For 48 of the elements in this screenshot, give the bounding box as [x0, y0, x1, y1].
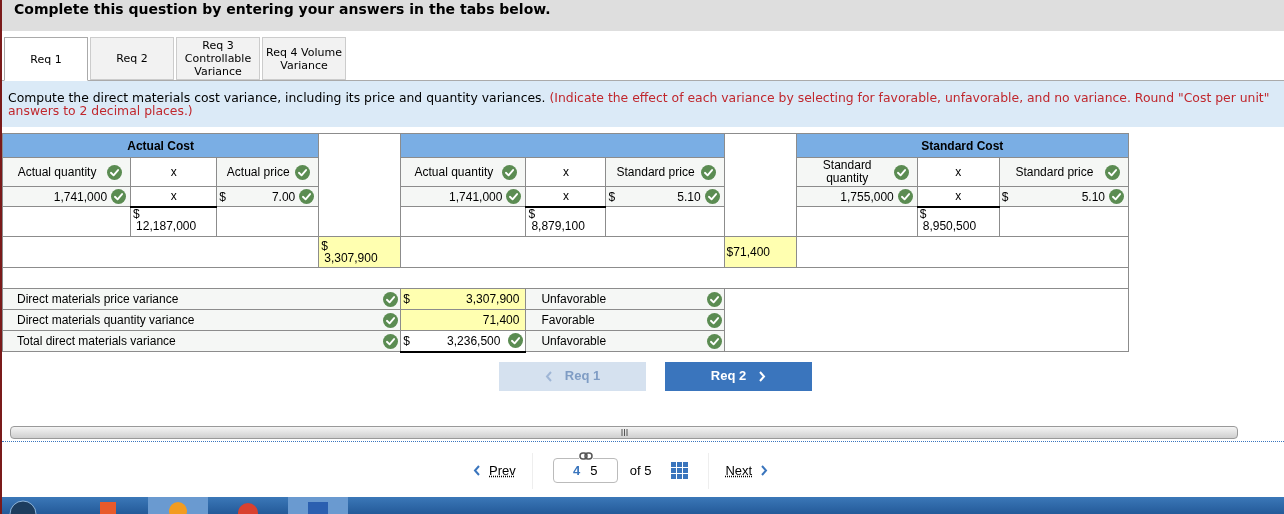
currency-sign: $ [403, 332, 410, 350]
product-value: $ 12,187,000 [133, 207, 198, 232]
chevron-right-icon [760, 465, 769, 476]
chevron-left-icon [544, 370, 553, 382]
difference-value: $71,400 [726, 244, 771, 261]
tab[interactable]: Req 3 Controllable Variance [176, 37, 260, 80]
app-icon[interactable] [148, 497, 208, 514]
app-icon[interactable] [288, 497, 348, 514]
column-label: Actual quantity [413, 165, 495, 179]
times-sign: x [955, 189, 962, 204]
section-title: Standard Cost [921, 138, 1004, 153]
product-value: $ 8,950,500 [919, 207, 978, 232]
prev-link[interactable]: Prev [457, 452, 533, 489]
column-label: Actual quantity [16, 165, 98, 179]
variance-amount[interactable]: 3,236,500 [414, 331, 505, 350]
times-sign: x [170, 189, 177, 204]
difference-value: $ 3,307,900 [321, 240, 379, 264]
grid-icon[interactable] [671, 462, 689, 479]
times-sign: x [562, 189, 569, 204]
page-total: of 5 [629, 461, 652, 480]
column-label: Actual price [225, 165, 291, 179]
section-title: Actual Cost [127, 138, 194, 153]
prompt-text: Complete this question by entering your answers in the tabs below. [14, 0, 551, 19]
tab[interactable]: Req 4 Volume Variance [262, 37, 346, 80]
link-icon [578, 452, 593, 460]
tab[interactable]: Req 2 [90, 37, 174, 80]
product-value: $ 8,879,100 [528, 207, 586, 232]
instructions-text: Compute the direct materials cost variance, including its price and quantity variances. (Indicate the effect of each variance by selecting for favorable, unfavorable, and no variance. Round "Cost per unit" answers to 2 decimal places.) [8, 91, 1271, 117]
column-label: Standard price [1014, 165, 1095, 179]
scrollbar[interactable] [10, 425, 1238, 439]
variance-label: Direct materials price variance [17, 291, 179, 308]
tab[interactable]: Req 1 [4, 37, 88, 81]
next-button[interactable]: Req 2 [665, 361, 812, 391]
start-icon[interactable] [8, 497, 38, 514]
times-sign: x [955, 165, 962, 179]
variance-amount[interactable]: 3,307,900 [414, 290, 524, 308]
column-label: Standard price [615, 165, 696, 179]
chevron-left-icon [473, 465, 481, 476]
column-label: Standard quantity [821, 159, 873, 185]
page-field[interactable]: 4 5 [552, 458, 618, 483]
currency-sign: $ [403, 291, 410, 308]
next-link[interactable]: Next [708, 452, 785, 489]
variance-label: Total direct materials variance [17, 333, 176, 350]
variance-label: Direct materials quantity variance [17, 312, 195, 329]
times-sign: x [170, 165, 177, 179]
times-sign: x [562, 165, 569, 179]
chevron-right-icon [758, 370, 767, 382]
grip-icon [620, 428, 628, 436]
